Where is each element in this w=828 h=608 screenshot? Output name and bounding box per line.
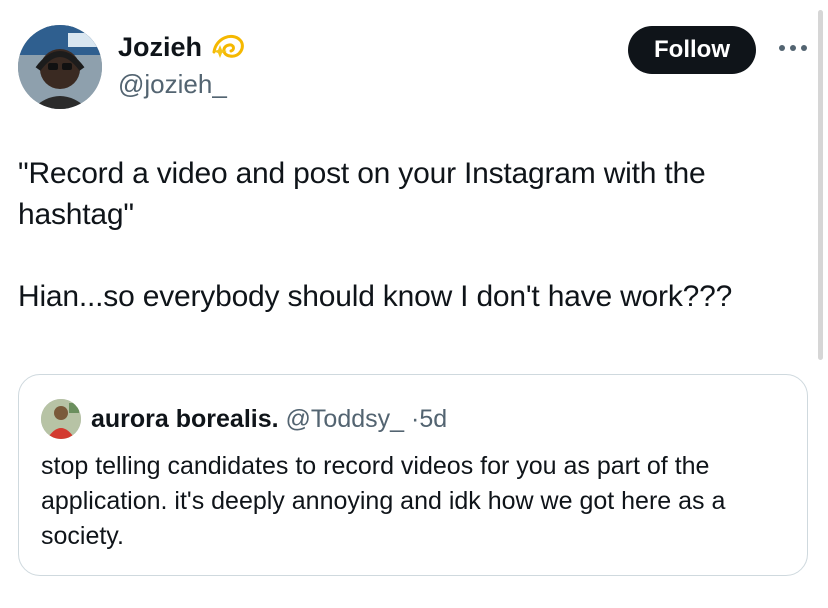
tweet-line-2: Hian...so everybody should know I don't …	[18, 280, 733, 313]
scrollbar[interactable]	[818, 10, 823, 360]
quoted-tweet-time: 5d	[419, 405, 448, 433]
quoted-tweet-text: stop telling candidates to record videos…	[41, 452, 726, 550]
author-name[interactable]: Jozieh	[118, 30, 202, 64]
tweet-body: "Record a video and post on your Instagr…	[18, 153, 808, 317]
author-handle[interactable]: @jozieh_	[118, 68, 227, 100]
author-name-row: Jozieh	[118, 30, 246, 64]
dizzy-icon	[212, 35, 244, 58]
quoted-tweet-card[interactable]: aurora borealis. @Toddsy_ ·5d stop telli…	[18, 374, 808, 576]
more-horizontal-icon[interactable]	[776, 38, 810, 58]
follow-button[interactable]: Follow	[628, 26, 756, 74]
quoted-author-handle: @Toddsy_	[285, 405, 405, 433]
quoted-author-avatar	[41, 399, 81, 439]
quoted-author-name: aurora borealis.	[91, 405, 279, 433]
author-avatar[interactable]	[18, 25, 102, 109]
quoted-tweet-header: aurora borealis. @Toddsy_ ·5d	[91, 403, 447, 435]
tweet-line-1: "Record a video and post on your Instagr…	[18, 157, 706, 231]
